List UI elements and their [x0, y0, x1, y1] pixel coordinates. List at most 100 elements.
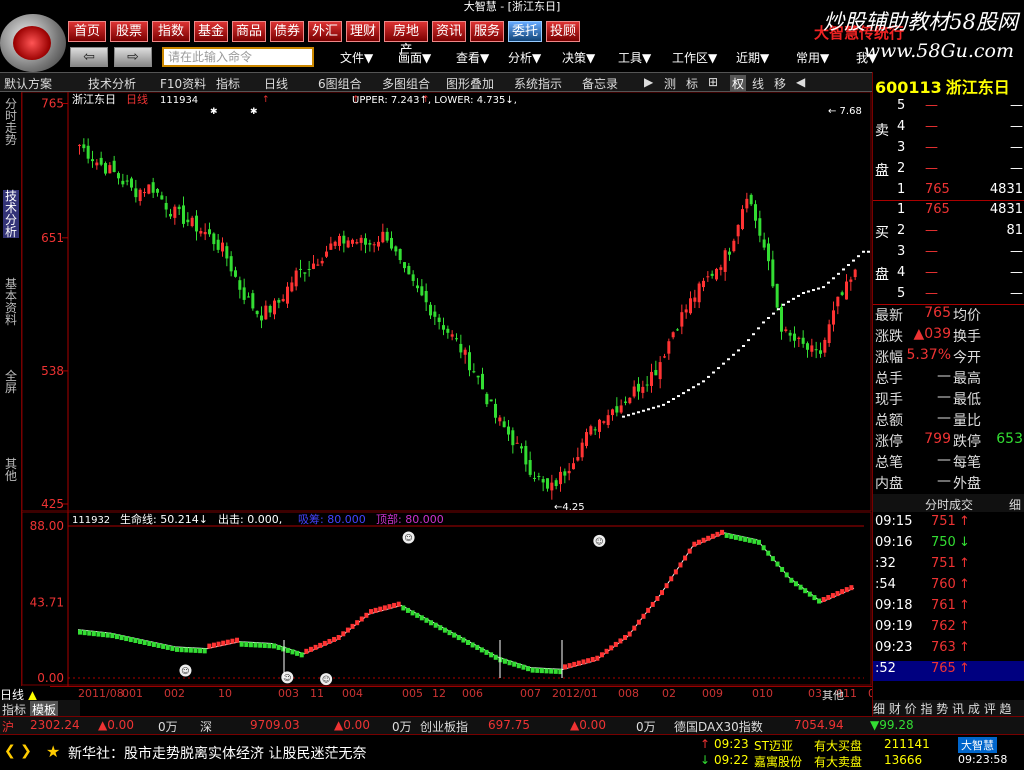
candle-body [416, 285, 419, 289]
subtab-6[interactable]: 多图组合 [382, 75, 430, 92]
leftnav-0[interactable]: 分时走势 [3, 98, 19, 146]
menu-12[interactable]: 投顾 [546, 21, 580, 42]
band-dot [657, 405, 660, 408]
subtab-15[interactable]: 线 [752, 75, 764, 92]
candle-body [424, 290, 428, 303]
dropdown-5[interactable]: 工具▼ [618, 49, 651, 66]
dropdown-3[interactable]: 分析▼ [508, 49, 541, 66]
band-dot [627, 414, 630, 417]
candle-body [671, 332, 675, 338]
tick-row[interactable]: 09:18 761 ↑ [873, 598, 1024, 618]
dropdown-1[interactable]: 画面▼ [398, 49, 431, 66]
candle-body [819, 350, 822, 354]
candle-body [177, 206, 181, 210]
leftnav-3[interactable]: 全屏 [3, 370, 19, 394]
candle-body [338, 236, 341, 246]
idx4-label: 德国DAX30指数 [674, 720, 763, 734]
menu-11[interactable]: 委托 [508, 21, 542, 42]
app-logo[interactable] [0, 14, 66, 72]
tick-row[interactable]: :54 760 ↑ [873, 577, 1024, 597]
dropdown-6[interactable]: 工作区▼ [672, 49, 717, 66]
candle-body [437, 317, 441, 323]
subtab-8[interactable]: 系统指示 [514, 75, 562, 92]
ticks-detail[interactable]: 细 [1009, 496, 1021, 513]
subtab-17[interactable]: ◀ [796, 75, 805, 89]
ind-y-label-2: 0.00 [37, 671, 64, 685]
subtab-11[interactable]: 测 [664, 75, 676, 92]
candle-body [260, 315, 263, 321]
subtab-12[interactable]: 标 [686, 75, 698, 92]
leftnav-4[interactable]: 其他 [3, 458, 19, 482]
leftnav-1[interactable]: 技术分析 [3, 190, 19, 238]
tick-row[interactable]: 09:15 751 ↑ [873, 514, 1024, 534]
dropdown-7[interactable]: 近期▼ [736, 49, 769, 66]
candle-body [459, 343, 463, 353]
tick-row[interactable]: 09:16 750 ↓ [873, 535, 1024, 555]
subtab-14[interactable]: 权 [730, 75, 747, 92]
menu-10[interactable]: 服务 [470, 21, 504, 42]
scroll-arrows-icon[interactable]: ❮ ❯ [4, 743, 32, 759]
dropdown-0[interactable]: 文件▼ [340, 49, 373, 66]
lifeline-block [599, 652, 604, 658]
xaxis-other[interactable]: 其他 [822, 687, 844, 703]
menu-7[interactable]: 理财 [346, 21, 380, 42]
buy-row-4: 4 — — [873, 265, 1024, 285]
subtab-0[interactable]: 默认方案 [4, 75, 52, 92]
dropdown-4[interactable]: 决策▼ [562, 49, 595, 66]
lifeline-block [373, 607, 378, 613]
candle-body [684, 309, 688, 313]
subtab-4[interactable]: 日线 [264, 75, 288, 92]
dropdown-2[interactable]: 查看▼ [456, 49, 489, 66]
forward-button[interactable]: ⇨ [114, 47, 152, 67]
indicator-chart[interactable]: 88.00 43.71 0.00 111932 生命线: 50.214↓ 出击: 0.00… [22, 512, 872, 686]
menu-9[interactable]: 资讯 [432, 21, 466, 42]
leftnav-2[interactable]: 基本资料 [3, 278, 19, 326]
ticks-title: 分时成交 [925, 498, 974, 512]
tick-row[interactable]: :32 751 ↑ [873, 556, 1024, 576]
lifeline-block [235, 637, 240, 643]
subtab-9[interactable]: 备忘录 [582, 75, 618, 92]
news-headline[interactable]: 新华社：股市走势脱离实体经济 让股民迷茫无奈 [68, 743, 366, 763]
back-button[interactable]: ⇦ [70, 47, 108, 67]
candle-body [169, 213, 172, 217]
sell-price: — [925, 98, 938, 113]
candle-body [472, 371, 476, 373]
menu-4[interactable]: 商品 [232, 21, 266, 42]
subtab-5[interactable]: 6图组合 [318, 75, 362, 92]
menu-2[interactable]: 指数 [152, 21, 190, 42]
candle-body [650, 371, 653, 386]
menu-5[interactable]: 债券 [270, 21, 304, 42]
lifeline-block [544, 668, 549, 674]
quote-bottom-tabs[interactable]: 细 财 价 指 势 讯 成 评 趋 [873, 700, 1024, 716]
menu-8[interactable]: 房地产 [384, 21, 428, 58]
alert-stock[interactable]: ST迈亚 [754, 737, 793, 754]
subtab-7[interactable]: 图形叠加 [446, 75, 494, 92]
up-arrow-icon: ↑ [959, 556, 970, 571]
candle-body [247, 296, 250, 298]
bottom-tab-daily[interactable]: 日线 ▲ [0, 686, 50, 702]
subtab-13[interactable]: ⊞ [708, 75, 718, 89]
command-input[interactable]: 请在此输入命令 [162, 47, 314, 67]
subtab-10[interactable]: ▶ [644, 75, 653, 89]
subtab-3[interactable]: 指标 [216, 75, 240, 92]
quote-panel: 600113 浙江东日 5— —4— —3— —2— —1 765 4831 卖盘 1 765 4831… [872, 72, 1024, 716]
menu-6[interactable]: 外汇 [308, 21, 342, 42]
menu-3[interactable]: 基金 [194, 21, 228, 42]
lifeline-block [87, 630, 92, 636]
idx1-volume: 0万 [158, 720, 178, 734]
tick-row[interactable]: :52 765 ↑ [873, 661, 1024, 681]
menu-0[interactable]: 首页 [68, 21, 106, 42]
subtab-1[interactable]: 技术分析 [88, 75, 136, 92]
tick-row[interactable]: 09:19 762 ↑ [873, 619, 1024, 639]
subtab-16[interactable]: 移 [774, 75, 786, 92]
subtab-2[interactable]: F10资料 [160, 75, 206, 92]
alert-stock[interactable]: 嘉寓股份 [754, 753, 802, 770]
dzh-logo[interactable]: 大智慧 [958, 737, 997, 753]
band-dot [777, 308, 780, 311]
tick-time: 09:16 [875, 535, 913, 550]
tick-price: 765 [931, 661, 956, 676]
kline-chart[interactable]: 765 651 538 425 浙江东日 日线 111934 UPPER: 7.243↑, L… [22, 92, 872, 512]
menu-1[interactable]: 股票 [110, 21, 148, 42]
tick-row[interactable]: 09:23 763 ↑ [873, 640, 1024, 660]
candle-body [182, 205, 185, 224]
